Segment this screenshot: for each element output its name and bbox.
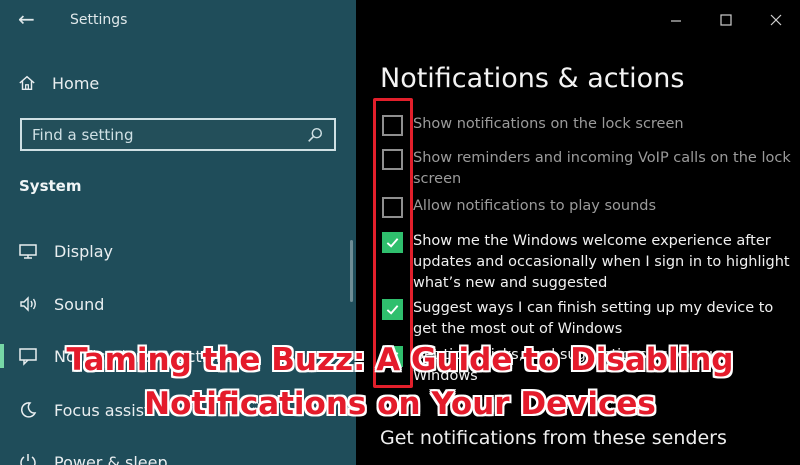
sidebar-item-sound[interactable]: Sound [18,290,104,318]
display-icon [18,241,38,261]
sidebar-item-label: Sound [54,294,105,314]
option-label: Show reminders and incoming VoIP calls o… [413,150,791,187]
search-box[interactable] [20,118,336,151]
option-lock-screen[interactable]: Show notifications on the lock screen [382,114,792,136]
page-title: Notifications & actions [380,63,685,94]
senders-heading: Get notifications from these senders [380,427,727,449]
option-label: Show notifications on the lock screen [413,116,684,132]
option-finish-setup[interactable]: Suggest ways I can finish setting up my … [382,298,792,340]
sidebar-item-display[interactable]: Display [18,237,113,265]
sidebar-scrollbar[interactable] [350,240,353,302]
window-controls [666,10,786,30]
headline-line-2: Notifications on Your Devices [144,386,656,422]
option-label: Show me the Windows welcome experience a… [413,233,790,291]
title-bar: ← Settings [0,0,356,40]
sidebar-item-label: Power & sleep [54,452,168,465]
app-title: Settings [70,12,128,28]
maximize-icon[interactable] [716,10,736,30]
section-heading-system: System [19,177,82,195]
home-icon [18,74,36,92]
option-reminders-voip[interactable]: Show reminders and incoming VoIP calls o… [382,148,792,190]
sound-icon [18,294,38,314]
home-label: Home [52,73,100,93]
minimize-icon[interactable] [666,10,686,30]
sidebar-item-power-sleep[interactable]: Power & sleep [18,448,168,465]
sidebar-item-home[interactable]: Home [18,70,99,96]
back-arrow-icon[interactable]: ← [18,7,35,31]
power-icon [18,452,38,465]
close-icon[interactable] [766,10,786,30]
headline-banner: Taming the Buzz: A Guide to Disabling No… [0,338,800,426]
headline-line-1: Taming the Buzz: A Guide to Disabling [66,342,734,378]
option-label: Allow notifications to play sounds [413,198,657,214]
sidebar-item-label: Display [54,241,113,261]
option-welcome-experience[interactable]: Show me the Windows welcome experience a… [382,231,792,294]
option-play-sounds[interactable]: Allow notifications to play sounds [382,196,792,218]
search-icon[interactable] [306,126,324,144]
search-input[interactable] [32,125,306,144]
option-label: Suggest ways I can finish setting up my … [413,300,774,337]
